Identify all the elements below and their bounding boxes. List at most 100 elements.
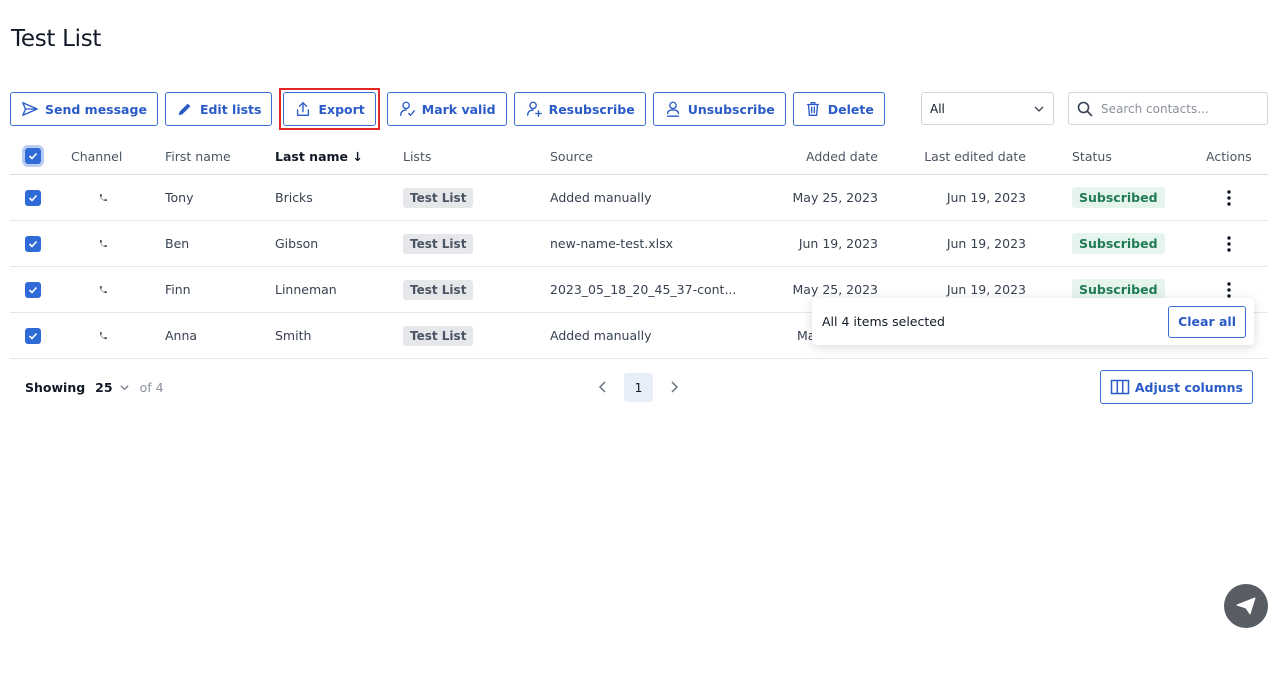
export-label: Export	[318, 101, 365, 117]
check-icon	[28, 332, 38, 340]
row-actions-menu-icon[interactable]	[1219, 235, 1239, 252]
last-edited-date: Jun 19, 2023	[946, 190, 1026, 205]
first-name: Finn	[165, 282, 191, 297]
per-page-select[interactable]: 25	[95, 380, 129, 395]
user-plus-icon	[526, 101, 542, 117]
resubscribe-button[interactable]: Resubscribe	[513, 92, 646, 126]
chevron-down-icon	[119, 384, 129, 390]
row-actions-menu-icon[interactable]	[1219, 189, 1239, 206]
phone-icon	[99, 331, 107, 339]
list-tag: Test List	[403, 325, 474, 346]
check-icon	[28, 194, 38, 202]
mark-valid-label: Mark valid	[421, 101, 496, 117]
delete-label: Delete	[827, 101, 874, 117]
table-row[interactable]: Tony Bricks Test List Added manually May…	[10, 175, 1268, 221]
edit-lists-button[interactable]: Edit lists	[164, 92, 273, 126]
user-check-icon	[399, 101, 415, 117]
resubscribe-label: Resubscribe	[548, 101, 635, 117]
last-name: Linneman	[275, 282, 337, 297]
last-name: Smith	[275, 328, 312, 343]
row-checkbox[interactable]	[25, 189, 41, 206]
send-icon	[22, 102, 38, 116]
adjust-columns-button[interactable]: Adjust columns	[1099, 370, 1253, 404]
selection-count-text: All 4 items selected	[822, 314, 945, 329]
list-tag: Test List	[403, 233, 474, 254]
search-icon	[1077, 101, 1093, 116]
chevron-down-icon	[1034, 106, 1044, 112]
source: Added manually	[550, 328, 652, 343]
filter-selected-value: All	[930, 101, 945, 116]
col-lists[interactable]: Lists	[403, 138, 431, 174]
last-edited-date: Jun 19, 2023	[946, 236, 1026, 251]
first-name: Anna	[165, 328, 198, 343]
status-badge: Subscribed	[1072, 279, 1165, 300]
columns-icon	[1110, 379, 1130, 395]
col-actions: Actions	[1206, 148, 1252, 164]
col-last-edited-date[interactable]: Last edited date	[890, 138, 1026, 174]
send-message-button[interactable]: Send message	[10, 92, 158, 126]
row-actions-menu-icon[interactable]	[1219, 281, 1239, 298]
first-name: Tony	[165, 190, 194, 205]
phone-icon	[99, 193, 107, 201]
unsubscribe-label: Unsubscribe	[687, 101, 775, 117]
select-all-checkbox[interactable]	[25, 148, 41, 164]
upload-icon	[297, 102, 310, 116]
col-last-name[interactable]: Last name ↓	[275, 138, 363, 174]
export-highlight: Export	[279, 88, 380, 130]
per-page-value: 25	[95, 379, 113, 395]
unsubscribe-button[interactable]: Unsubscribe	[652, 92, 786, 126]
col-first-name[interactable]: First name	[165, 138, 231, 174]
paper-plane-icon	[1236, 597, 1256, 615]
clear-all-button[interactable]: Clear all	[1168, 305, 1246, 338]
check-icon	[28, 286, 38, 294]
search-box	[1068, 92, 1268, 125]
table-header: Channel First name Last name ↓ Lists Sou…	[10, 138, 1268, 175]
user-minus-icon	[666, 101, 679, 117]
mark-valid-button[interactable]: Mark valid	[386, 92, 507, 126]
col-channel[interactable]: Channel	[71, 138, 122, 174]
source: Added manually	[550, 190, 652, 205]
edit-lists-label: Edit lists	[199, 101, 262, 117]
chevron-right-icon[interactable]	[667, 380, 681, 394]
table-footer: Showing 25 of 4 1 Adjust columns	[10, 370, 1268, 404]
chevron-left-icon[interactable]	[596, 380, 610, 394]
pagination: 1	[596, 370, 681, 404]
delete-button[interactable]: Delete	[792, 92, 885, 126]
row-checkbox[interactable]	[25, 235, 41, 252]
export-button[interactable]: Export	[283, 92, 376, 126]
row-checkbox[interactable]	[25, 281, 41, 298]
list-tag: Test List	[403, 279, 474, 300]
added-date: Jun 19, 2023	[798, 236, 878, 251]
col-added-date[interactable]: Added date	[750, 138, 878, 174]
trash-icon	[806, 102, 819, 116]
list-tag: Test List	[403, 187, 474, 208]
page-number[interactable]: 1	[624, 372, 653, 402]
status-badge: Subscribed	[1072, 187, 1165, 208]
help-chat-button[interactable]	[1224, 584, 1268, 628]
source: new-name-test.xlsx	[550, 236, 674, 251]
list-filter-select[interactable]: All	[921, 92, 1054, 125]
last-name: Bricks	[275, 190, 313, 205]
first-name: Ben	[165, 236, 190, 251]
row-checkbox[interactable]	[25, 327, 41, 344]
table-row[interactable]: Ben Gibson Test List new-name-test.xlsx …	[10, 221, 1268, 267]
showing-label: Showing	[25, 379, 86, 395]
select-all-cell	[25, 138, 41, 174]
added-date: May 25, 2023	[792, 190, 878, 205]
check-icon	[28, 240, 38, 248]
pagination-size: Showing 25 of 4	[25, 370, 164, 404]
last-name: Gibson	[275, 236, 319, 251]
phone-icon	[99, 285, 107, 293]
total-count: of 4	[139, 379, 164, 395]
status-badge: Subscribed	[1072, 233, 1165, 254]
source: 2023_05_18_20_45_37-cont...	[550, 282, 737, 297]
col-source[interactable]: Source	[550, 138, 593, 174]
search-input[interactable]	[1101, 101, 1251, 116]
phone-icon	[99, 239, 107, 247]
col-status[interactable]: Status	[1072, 138, 1112, 174]
toolbar: Send message Edit lists Export Mark vali…	[10, 88, 885, 130]
send-message-label: Send message	[45, 101, 147, 117]
page-title: Test List	[11, 26, 102, 52]
pencil-icon	[178, 103, 191, 116]
selection-popup: All 4 items selected Clear all	[812, 298, 1254, 345]
